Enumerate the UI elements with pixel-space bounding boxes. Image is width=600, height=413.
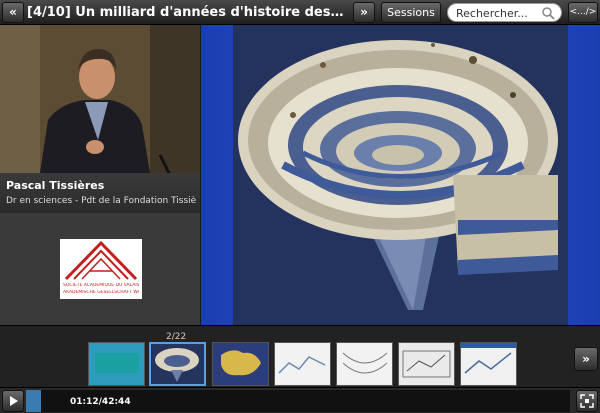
current-slide[interactable] xyxy=(233,25,568,325)
top-bar: « [4/10] Un milliard d'années d'histoire… xyxy=(0,0,600,25)
thumbnail-strip: 2/22 » xyxy=(0,325,600,387)
thumbnail-6[interactable] xyxy=(398,342,455,386)
speaker-name: Pascal Tissières xyxy=(6,179,105,192)
logo-text-fr: SOCIÉTÉ ACADÉMIQUE DU VALAIS xyxy=(63,283,139,288)
thumbnail-3[interactable] xyxy=(212,342,269,386)
thumbnail-5[interactable] xyxy=(336,342,393,386)
logo-mark-icon xyxy=(64,240,138,281)
search-input[interactable] xyxy=(456,5,541,21)
left-panel: Pascal Tissières Dr en sciences - Pdt de… xyxy=(0,25,200,325)
thumbnail-2[interactable] xyxy=(149,342,206,386)
search-icon[interactable] xyxy=(541,6,555,20)
institution-logo: SOCIÉTÉ ACADÉMIQUE DU VALAIS AKADEMISCHE… xyxy=(60,239,142,299)
play-button[interactable] xyxy=(2,390,24,412)
speaker-info: Pascal Tissières Dr en sciences - Pdt de… xyxy=(0,173,200,213)
double-chevron-right-icon: » xyxy=(360,5,368,19)
thumbnail-4[interactable] xyxy=(274,342,331,386)
slide-area xyxy=(201,25,600,325)
previous-talk-button[interactable]: « xyxy=(2,2,24,23)
slide-counter: 2/22 xyxy=(166,332,187,342)
logo-area: SOCIÉTÉ ACADÉMIQUE DU VALAIS AKADEMISCHE… xyxy=(0,213,200,325)
thumbnail-7[interactable] xyxy=(460,342,517,386)
fullscreen-button[interactable] xyxy=(576,390,598,412)
fullscreen-icon xyxy=(580,394,594,408)
progress-fill xyxy=(26,390,42,412)
geologic-spiral-image xyxy=(233,25,568,325)
search-box xyxy=(447,3,562,22)
more-button[interactable]: <.../> xyxy=(568,2,598,23)
double-chevron-right-icon: » xyxy=(582,352,590,366)
logo-text-de: AKADEMISCHE GESELLSCHAFT WALLIS xyxy=(63,290,139,295)
speaker-figure xyxy=(0,25,200,173)
player-controls: 01:12/42:44 xyxy=(0,387,600,413)
progress-bar[interactable]: 01:12/42:44 xyxy=(26,390,570,412)
thumbnail-1[interactable] xyxy=(88,342,145,386)
play-icon xyxy=(10,396,18,406)
speaker-role: Dr en sciences - Pdt de la Fondation Tis… xyxy=(6,196,196,206)
talk-title: [4/10] Un milliard d'années d'histoire d… xyxy=(27,5,347,20)
thumbnails-next-button[interactable]: » xyxy=(574,347,598,371)
speaker-video[interactable] xyxy=(0,25,200,173)
next-talk-button[interactable]: » xyxy=(353,2,375,23)
time-display: 01:12/42:44 xyxy=(70,397,131,407)
double-chevron-left-icon: « xyxy=(9,5,17,19)
sessions-button[interactable]: Sessions xyxy=(381,2,441,23)
